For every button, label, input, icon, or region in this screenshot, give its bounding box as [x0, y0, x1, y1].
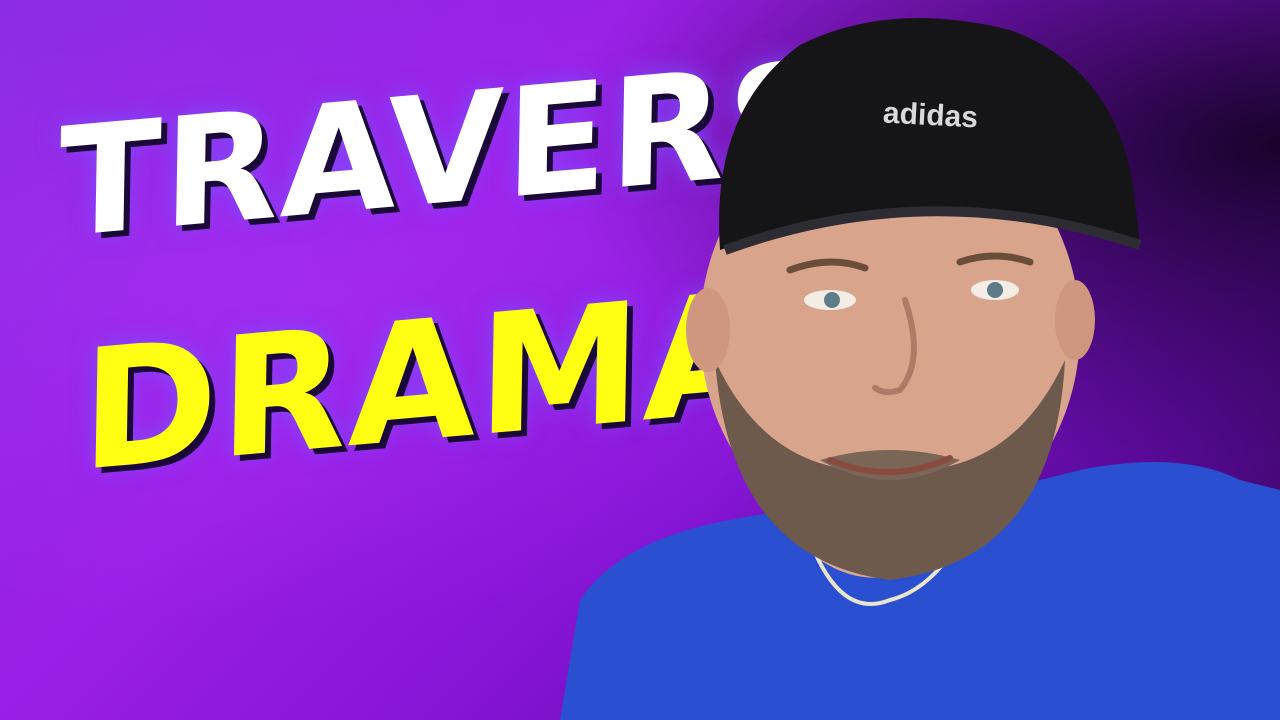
person-photo: adidas: [560, 17, 1280, 720]
cap-logo: adidas: [882, 97, 979, 135]
video-thumbnail: TRAVERSY DRAMA adidas: [0, 0, 1280, 720]
